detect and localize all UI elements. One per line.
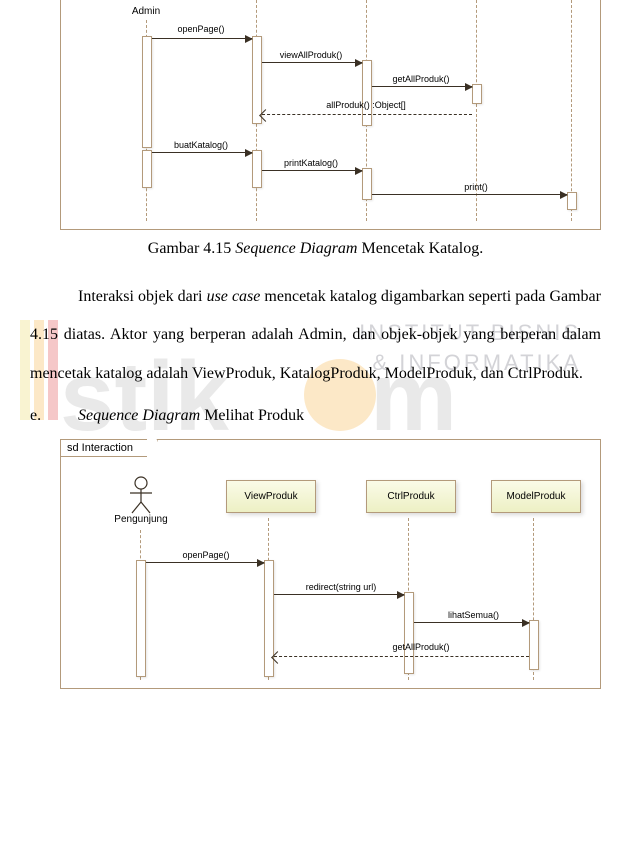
section-italic: Sequence Diagram xyxy=(78,407,200,424)
msg-openpage: openPage() xyxy=(156,550,256,560)
sequence-diagram-melihat-produk: sd Interaction Pengunjung ViewProduk Ctr… xyxy=(60,439,601,689)
activation xyxy=(472,84,482,104)
activation xyxy=(529,620,539,670)
caption-italic: Sequence Diagram xyxy=(235,240,357,257)
msg-print: print() xyxy=(431,182,521,192)
actor-label: Pengunjung xyxy=(106,514,176,525)
activation xyxy=(252,150,262,188)
msg-buatkatalog: buatKatalog() xyxy=(156,140,246,150)
stick-figure-icon xyxy=(127,476,155,514)
lifeline-box-viewproduk: ViewProduk xyxy=(226,480,316,513)
activation xyxy=(567,192,577,210)
lifeline-box-ctrlproduk: CtrlProduk xyxy=(366,480,456,513)
msg-openpage: openPage() xyxy=(156,24,246,34)
msg-lihatsemua: lihatSemua() xyxy=(421,610,526,620)
diagram-frame-tab: sd Interaction xyxy=(60,439,147,457)
sequence-diagram-mencetak-katalog: Admin openPage() viewAllProduk() getAllP… xyxy=(60,0,601,230)
body-text-italic: use case xyxy=(207,288,261,305)
activation xyxy=(142,36,152,148)
lifeline-l5 xyxy=(571,0,572,221)
section-heading-e: e. Sequence Diagram Melihat Produk xyxy=(30,407,601,425)
lifeline-box-modelproduk: ModelProduk xyxy=(491,480,581,513)
caption-suffix: Mencetak Katalog. xyxy=(357,240,483,257)
msg-viewall: viewAllProduk() xyxy=(261,50,361,60)
msg-getallproduk: getAllProduk() xyxy=(361,642,481,652)
diagram-tab-label: sd Interaction xyxy=(67,442,133,454)
section-rest: Melihat Produk xyxy=(200,407,304,424)
activation xyxy=(362,60,372,126)
activation xyxy=(142,150,152,188)
activation xyxy=(404,592,414,674)
body-text-a: Interaksi objek dari xyxy=(78,288,207,305)
msg-printkatalog: printKatalog() xyxy=(266,158,356,168)
actor-label: Admin xyxy=(132,6,160,17)
msg-redirect: redirect(string url) xyxy=(281,582,401,592)
msg-getall: getAllProduk() xyxy=(371,74,471,84)
body-paragraph: Interaksi objek dari use case mencetak k… xyxy=(30,278,601,393)
actor-admin: Admin xyxy=(111,6,181,17)
caption-prefix: Gambar 4.15 xyxy=(148,240,236,257)
activation xyxy=(136,560,146,677)
msg-allproduk: allProduk() :Object[] xyxy=(291,100,441,110)
actor-pengunjung: Pengunjung xyxy=(106,476,176,525)
figure-caption-4-15: Gambar 4.15 Sequence Diagram Mencetak Ka… xyxy=(0,240,631,258)
activation xyxy=(362,168,372,200)
section-letter: e. xyxy=(30,407,78,425)
